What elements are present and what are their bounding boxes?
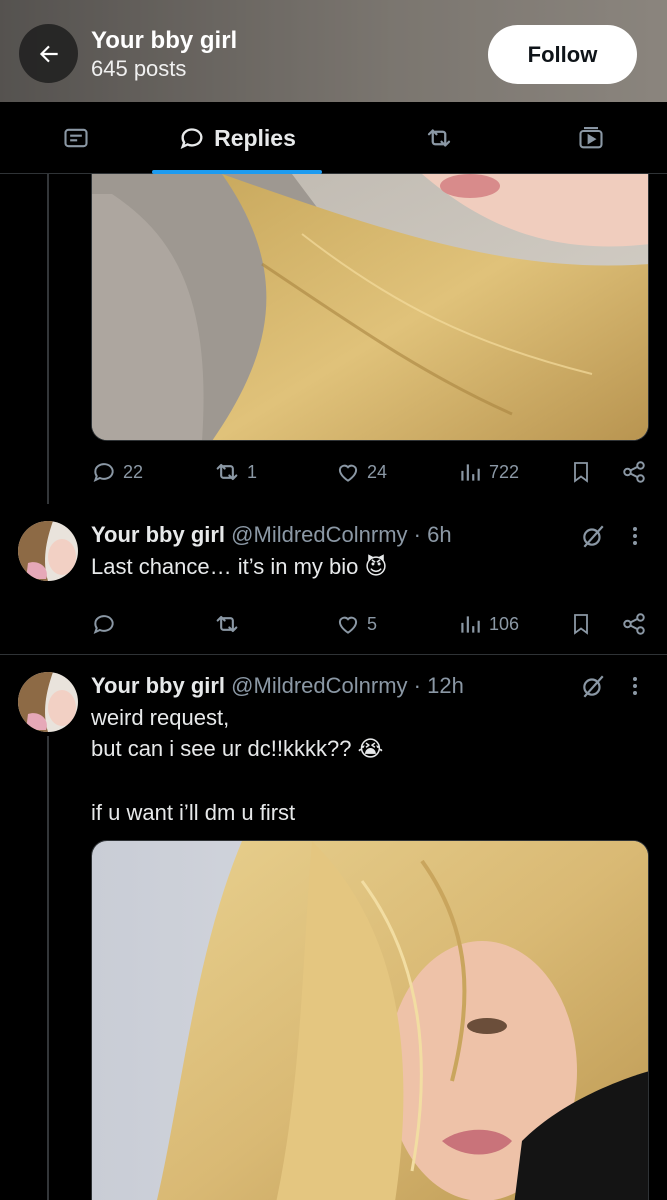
share-icon <box>623 461 645 483</box>
tab-reposts[interactable] <box>403 102 475 174</box>
tweet-time[interactable]: 12h <box>427 673 464 698</box>
avatar[interactable] <box>18 521 78 581</box>
author-name[interactable]: Your bby girl <box>91 522 225 547</box>
views-count: 106 <box>489 613 520 634</box>
author-handle[interactable]: @MildredColnrmy <box>231 522 407 547</box>
share-button[interactable] <box>621 609 647 639</box>
profile-name: Your bby girl <box>91 27 238 54</box>
follow-button[interactable]: Follow <box>488 25 637 84</box>
avatar-image <box>18 672 78 732</box>
photo-image <box>92 174 648 440</box>
like-button[interactable]: 5 <box>335 609 377 639</box>
tweet-text-line: if u want i’ll dm u first <box>91 800 296 825</box>
more-options-icon[interactable] <box>625 673 645 699</box>
bookmark-button[interactable] <box>569 457 593 487</box>
reply-icon <box>93 615 114 635</box>
like-count: 24 <box>367 461 388 482</box>
tweet-text: Last chance… it’s in my bio 😈 <box>91 554 388 579</box>
share-button[interactable] <box>621 457 647 487</box>
reply-button[interactable]: 22 <box>91 457 143 487</box>
back-button[interactable] <box>19 24 78 83</box>
views-count: 722 <box>489 461 520 482</box>
tweet-photo[interactable] <box>91 174 649 441</box>
repost-button[interactable]: 1 <box>213 457 257 487</box>
tweet-text-line: weird request, <box>91 705 230 730</box>
views-button[interactable]: 722 <box>457 457 519 487</box>
bookmark-button[interactable] <box>569 609 593 639</box>
header-title-block: Your bby girl 645 posts <box>91 27 237 83</box>
tab-media[interactable] <box>555 102 627 174</box>
grok-icon[interactable] <box>580 523 606 549</box>
retweet-icon <box>216 615 238 633</box>
profile-tabs: Replies <box>0 102 667 174</box>
tweet-text-line: but can i see ur dc!!kkkk?? 😭 <box>91 736 384 761</box>
grok-icon[interactable] <box>580 673 606 699</box>
share-icon <box>623 613 645 635</box>
tab-replies-label: Replies <box>214 124 296 151</box>
like-button[interactable]: 24 <box>335 457 387 487</box>
repost-count: 1 <box>247 461 258 482</box>
tweet-photo[interactable] <box>91 840 649 1200</box>
tweet-header: Your bby girl @MildredColnrmy · 12h <box>91 672 464 700</box>
more-options-icon[interactable] <box>625 523 645 549</box>
post-count: 645 posts <box>91 56 187 81</box>
views-icon <box>461 616 480 633</box>
views-button[interactable]: 106 <box>457 609 519 639</box>
articles-icon <box>64 128 88 148</box>
bookmark-icon <box>574 462 588 483</box>
profile-header: Your bby girl 645 posts Follow <box>0 0 667 102</box>
tweet-header: Your bby girl @MildredColnrmy · 6h <box>91 521 452 549</box>
photo-image <box>92 841 648 1200</box>
heart-icon <box>338 616 358 634</box>
tab-replies[interactable]: Replies <box>152 102 322 174</box>
avatar[interactable] <box>18 672 78 732</box>
reply-count: 22 <box>123 461 144 482</box>
meta-separator: · <box>413 522 421 547</box>
bookmark-icon <box>574 614 588 635</box>
like-count: 5 <box>367 613 378 634</box>
media-icon <box>579 127 603 149</box>
thread-line <box>47 174 49 504</box>
tweet-actions: 5 106 <box>91 609 651 639</box>
retweet-icon <box>427 129 451 147</box>
reply-icon <box>93 463 114 483</box>
thread-line <box>47 736 49 1200</box>
heart-icon <box>338 464 358 482</box>
retweet-icon <box>216 463 238 481</box>
tweet-divider <box>0 654 667 655</box>
repost-button[interactable] <box>213 609 241 639</box>
avatar-image <box>18 521 78 581</box>
tweet-actions: 22 1 24 722 <box>91 457 651 487</box>
views-icon <box>461 464 480 481</box>
reply-bubble-icon <box>180 128 203 150</box>
author-name[interactable]: Your bby girl <box>91 673 225 698</box>
arrow-left-icon <box>39 45 58 62</box>
tweet-time[interactable]: 6h <box>427 522 451 547</box>
meta-separator: · <box>413 673 421 698</box>
tab-articles[interactable] <box>40 102 112 174</box>
reply-button[interactable] <box>91 609 117 639</box>
author-handle[interactable]: @MildredColnrmy <box>231 673 407 698</box>
